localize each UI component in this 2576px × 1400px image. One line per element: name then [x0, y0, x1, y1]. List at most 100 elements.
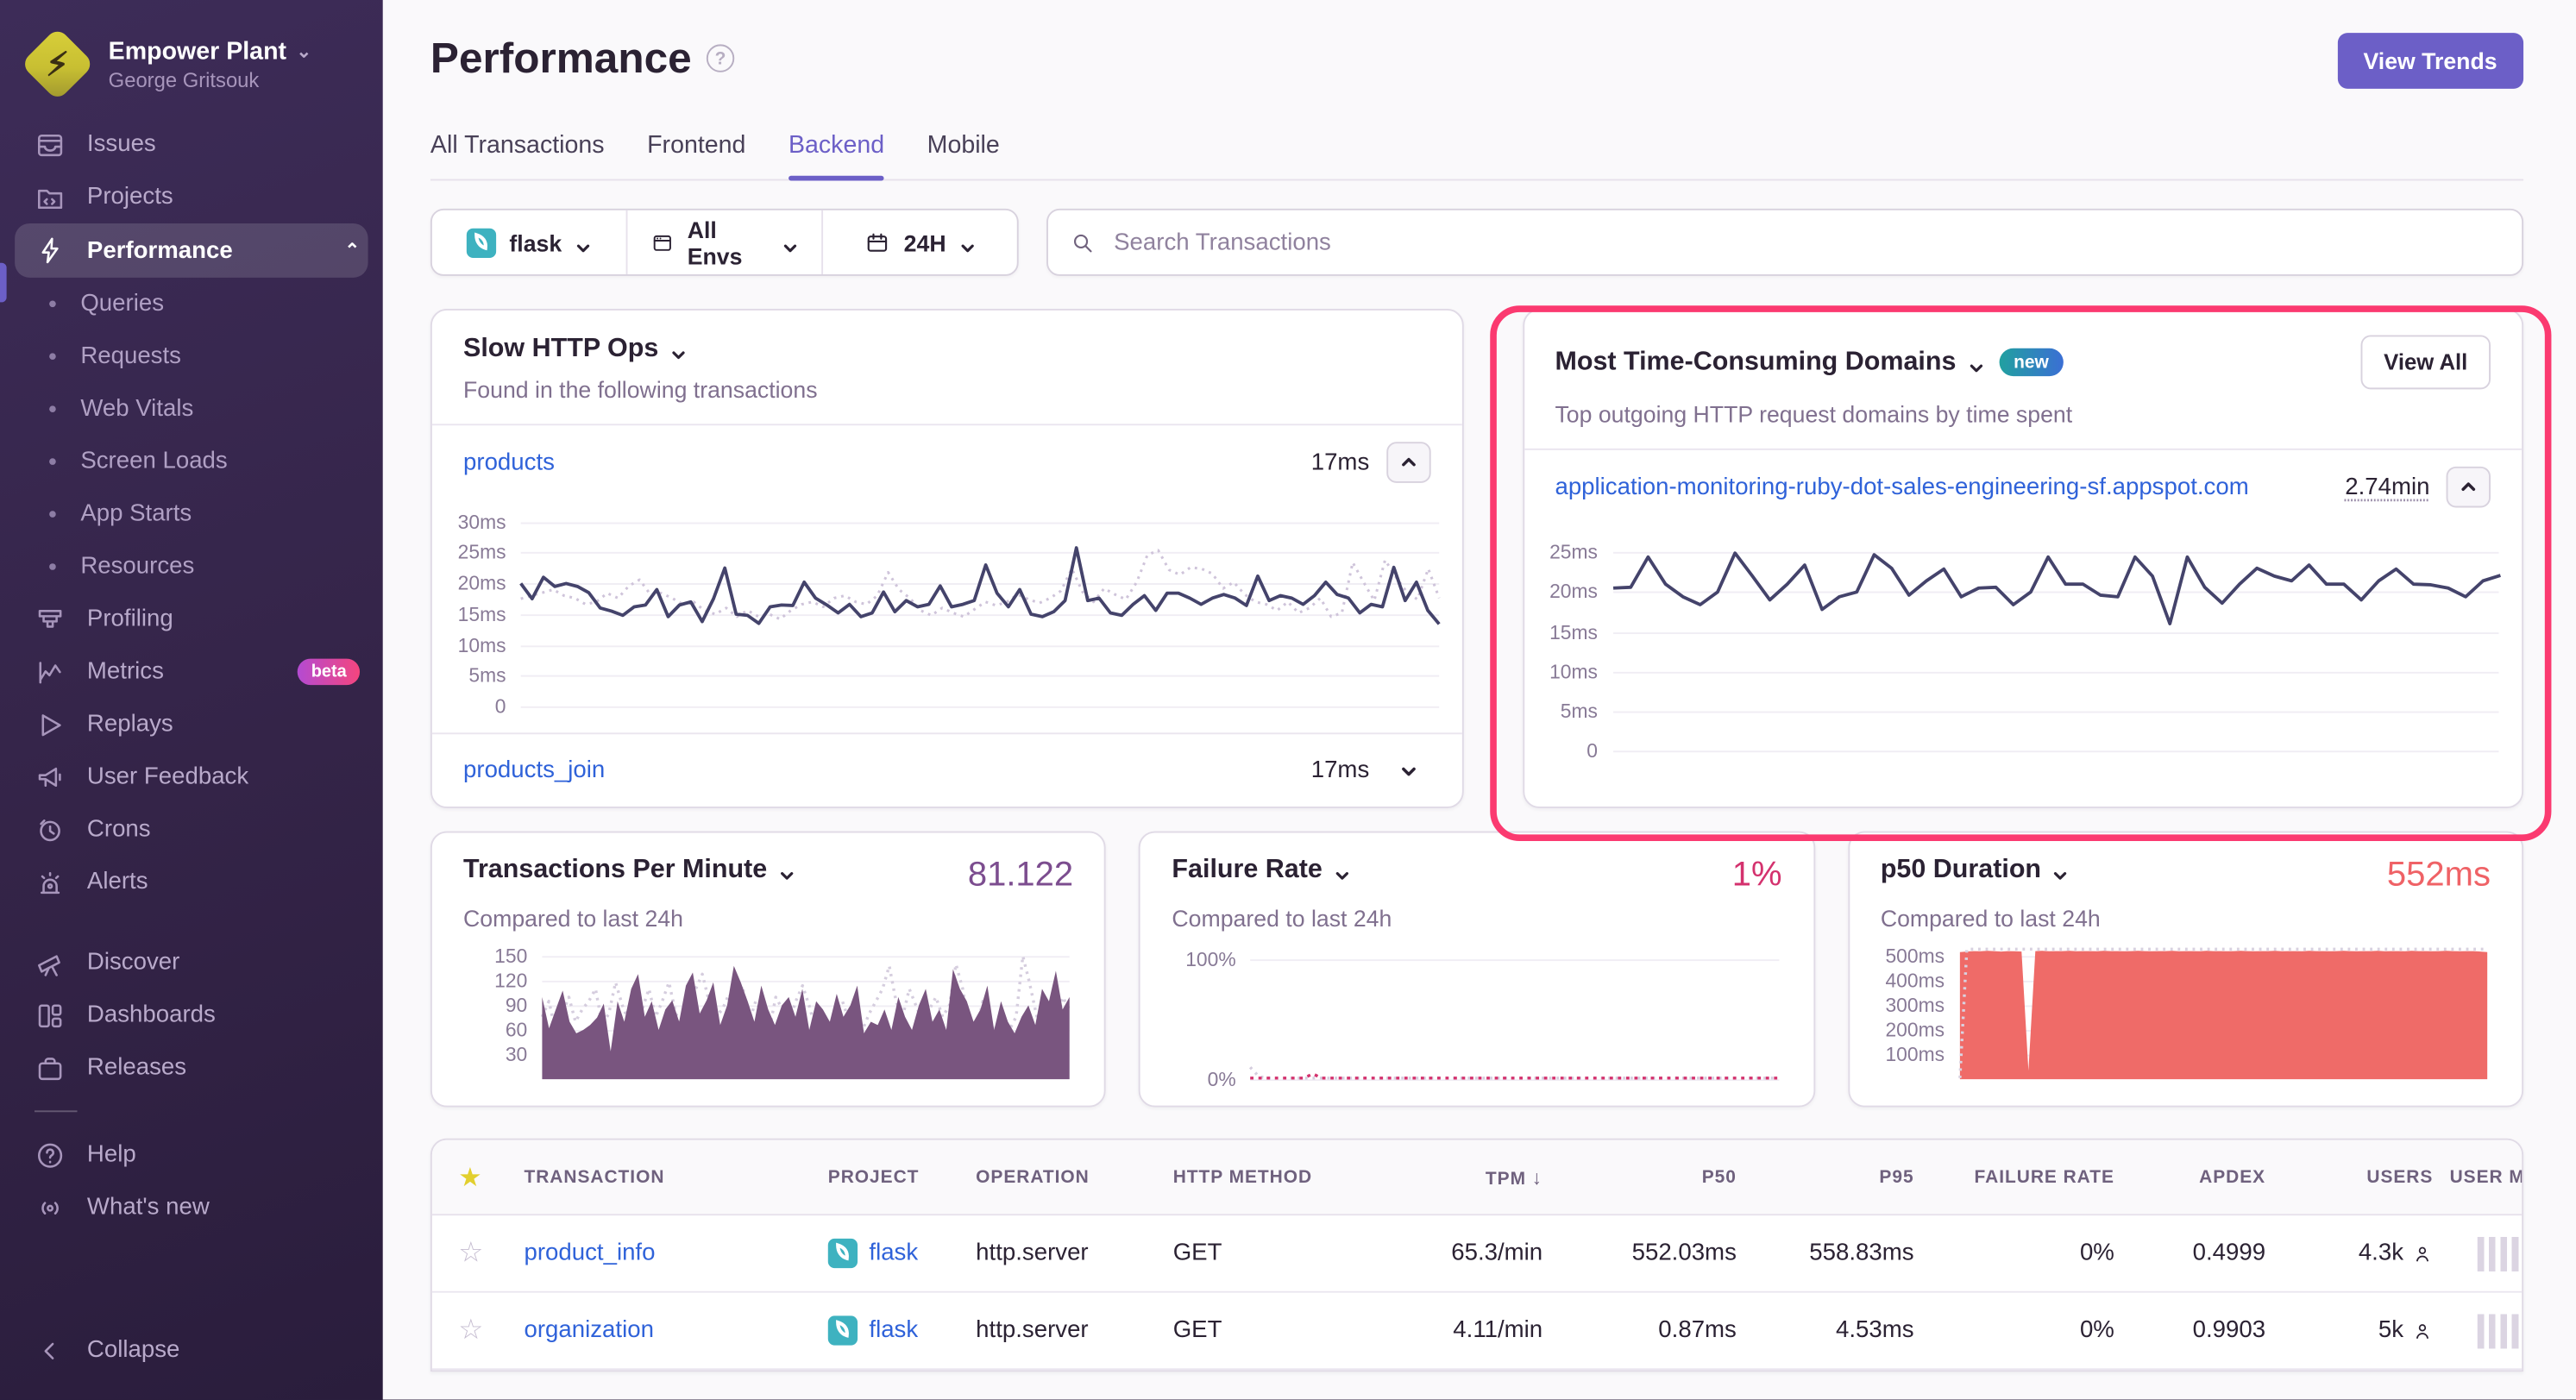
- sidebar-item-profiling[interactable]: Profiling: [0, 593, 383, 645]
- failure-rate-title[interactable]: Failure Rate: [1172, 856, 1350, 885]
- http-method-cell: GET: [1173, 1317, 1362, 1343]
- flask-project-icon: [828, 1315, 858, 1345]
- transaction-link[interactable]: products: [463, 449, 555, 475]
- inbox-icon: [33, 129, 66, 161]
- chevron-down-icon: ⌄: [296, 41, 311, 62]
- p50-duration-card: p50 Duration 552ms Compared to last 24h …: [1848, 832, 2523, 1108]
- sidebar-item-dashboards[interactable]: Dashboards: [0, 989, 383, 1041]
- most-time-consuming-domains-card: Most Time-Consuming Domains new View All…: [1522, 309, 2523, 808]
- sidebar-item-label: User Feedback: [87, 764, 248, 790]
- project-filter[interactable]: flask: [432, 210, 626, 274]
- lightning-icon: ⚡︎: [26, 33, 88, 95]
- col-failure-rate[interactable]: FAILURE RATE: [1914, 1167, 2114, 1187]
- main-content: Performance ? View Trends All Transactio…: [383, 0, 2576, 1399]
- sidebar-item-help[interactable]: Help: [0, 1128, 383, 1181]
- sidebar-item-metrics[interactable]: Metrics beta: [0, 645, 383, 698]
- sidebar-item-queries[interactable]: Queries: [0, 278, 383, 330]
- table-row: ☆ organization flask http.server GET 4.1…: [432, 1293, 2522, 1371]
- tab-mobile[interactable]: Mobile: [927, 131, 1000, 179]
- tab-backend[interactable]: Backend: [789, 131, 884, 179]
- users-cell: 4.3k: [2265, 1240, 2433, 1266]
- sidebar-item-requests[interactable]: Requests: [0, 330, 383, 383]
- search-input[interactable]: [1110, 228, 2500, 257]
- sidebar-item-label: Help: [87, 1142, 136, 1168]
- flask-project-icon: [467, 228, 496, 257]
- sidebar-item-performance[interactable]: Performance ⌃: [15, 223, 368, 278]
- col-project[interactable]: PROJECT: [828, 1167, 976, 1187]
- active-nav-indicator: [0, 263, 7, 303]
- col-tpm[interactable]: TPM ↓: [1362, 1165, 1542, 1189]
- org-switcher[interactable]: ⚡︎ Empower Plant ⌄ George Gritsouk: [0, 23, 383, 118]
- sidebar-item-label: Projects: [87, 184, 173, 210]
- help-circle-icon[interactable]: ?: [707, 44, 734, 72]
- lightning-icon: [33, 234, 66, 267]
- sidebar-item-issues[interactable]: Issues: [0, 118, 383, 171]
- window-icon: [650, 229, 674, 255]
- col-transaction[interactable]: TRANSACTION: [524, 1167, 827, 1187]
- failure-rate-card: Failure Rate 1% Compared to last 24h 100…: [1139, 832, 1814, 1108]
- chevron-left-icon: [33, 1334, 66, 1366]
- col-p50[interactable]: P50: [1542, 1167, 1737, 1187]
- beta-badge: beta: [298, 659, 360, 685]
- sidebar-item-releases[interactable]: Releases: [0, 1041, 383, 1094]
- col-users[interactable]: USERS: [2265, 1167, 2433, 1187]
- sidebar-item-screen-loads[interactable]: Screen Loads: [0, 436, 383, 488]
- sidebar-item-whats-new[interactable]: What's new: [0, 1181, 383, 1234]
- sidebar-item-label: Screen Loads: [80, 449, 227, 474]
- tpm-subtitle: Compared to last 24h: [463, 905, 1073, 931]
- calendar-icon: [864, 229, 890, 255]
- sidebar-item-projects[interactable]: Projects: [0, 171, 383, 223]
- star-toggle[interactable]: ☆: [458, 1314, 524, 1347]
- p50-duration-value: 552ms: [2387, 856, 2491, 895]
- p95-cell: 4.53ms: [1737, 1317, 1914, 1343]
- tab-frontend[interactable]: Frontend: [647, 131, 745, 179]
- sidebar-item-resources[interactable]: Resources: [0, 541, 383, 593]
- sidebar-item-discover[interactable]: Discover: [0, 936, 383, 989]
- sidebar-item-replays[interactable]: Replays: [0, 698, 383, 750]
- tpm-title[interactable]: Transactions Per Minute: [463, 856, 795, 885]
- expand-row-button[interactable]: [1385, 750, 1429, 791]
- collapse-row-button[interactable]: [1385, 442, 1429, 483]
- environment-filter[interactable]: All Envs: [626, 210, 822, 274]
- transaction-link[interactable]: product_info: [524, 1240, 655, 1266]
- project-cell[interactable]: flask: [828, 1239, 976, 1268]
- slow-http-ops-title[interactable]: Slow HTTP Ops: [463, 335, 1430, 364]
- chart-line-icon: [33, 656, 66, 688]
- transaction-link[interactable]: products_join: [463, 757, 605, 783]
- sidebar-item-web-vitals[interactable]: Web Vitals: [0, 383, 383, 436]
- p50-duration-title[interactable]: p50 Duration: [1881, 856, 2070, 885]
- p50-cell: 0.87ms: [1542, 1317, 1737, 1343]
- tab-all-transactions[interactable]: All Transactions: [430, 131, 605, 179]
- chevron-up-icon: ⌃: [344, 240, 360, 261]
- sidebar-item-alerts[interactable]: Alerts: [0, 856, 383, 908]
- http-method-cell: GET: [1173, 1240, 1362, 1266]
- siren-icon: [33, 866, 66, 899]
- app-viewport: ⚡︎ Empower Plant ⌄ George Gritsouk Issue…: [0, 0, 2576, 1399]
- collapse-row-button[interactable]: [2447, 467, 2491, 508]
- sidebar-item-user-feedback[interactable]: User Feedback: [0, 750, 383, 803]
- domains-title[interactable]: Most Time-Consuming Domains: [1555, 348, 1983, 377]
- date-range-filter[interactable]: 24H: [821, 210, 1017, 274]
- transaction-link[interactable]: organization: [524, 1317, 653, 1343]
- col-apdex[interactable]: APDEX: [2114, 1167, 2265, 1187]
- view-all-button[interactable]: View All: [2360, 335, 2491, 389]
- sidebar-item-label: Metrics: [87, 659, 164, 685]
- tpm-value: 81.122: [968, 856, 1073, 895]
- table-row: ☆ product_info flask http.server GET 65.…: [432, 1215, 2522, 1293]
- sidebar-item-label: Resources: [80, 554, 194, 580]
- col-user-misery[interactable]: USER MISERY: [2433, 1167, 2523, 1187]
- star-toggle[interactable]: ☆: [458, 1237, 524, 1270]
- col-operation[interactable]: OPERATION: [976, 1167, 1173, 1187]
- users-cell: 5k: [2265, 1317, 2433, 1343]
- sidebar-item-app-starts[interactable]: App Starts: [0, 488, 383, 541]
- view-trends-button[interactable]: View Trends: [2337, 33, 2523, 89]
- chevron-down-icon: [1334, 863, 1350, 879]
- sidebar-collapse-button[interactable]: Collapse: [0, 1324, 383, 1377]
- sidebar-item-crons[interactable]: Crons: [0, 803, 383, 856]
- failure-rate-cell: 0%: [1914, 1317, 2114, 1343]
- star-icon[interactable]: ★: [458, 1160, 524, 1193]
- project-cell[interactable]: flask: [828, 1315, 976, 1345]
- col-p95[interactable]: P95: [1737, 1167, 1914, 1187]
- col-http-method[interactable]: HTTP METHOD: [1173, 1167, 1362, 1187]
- domain-link[interactable]: application-monitoring-ruby-dot-sales-en…: [1555, 474, 2248, 499]
